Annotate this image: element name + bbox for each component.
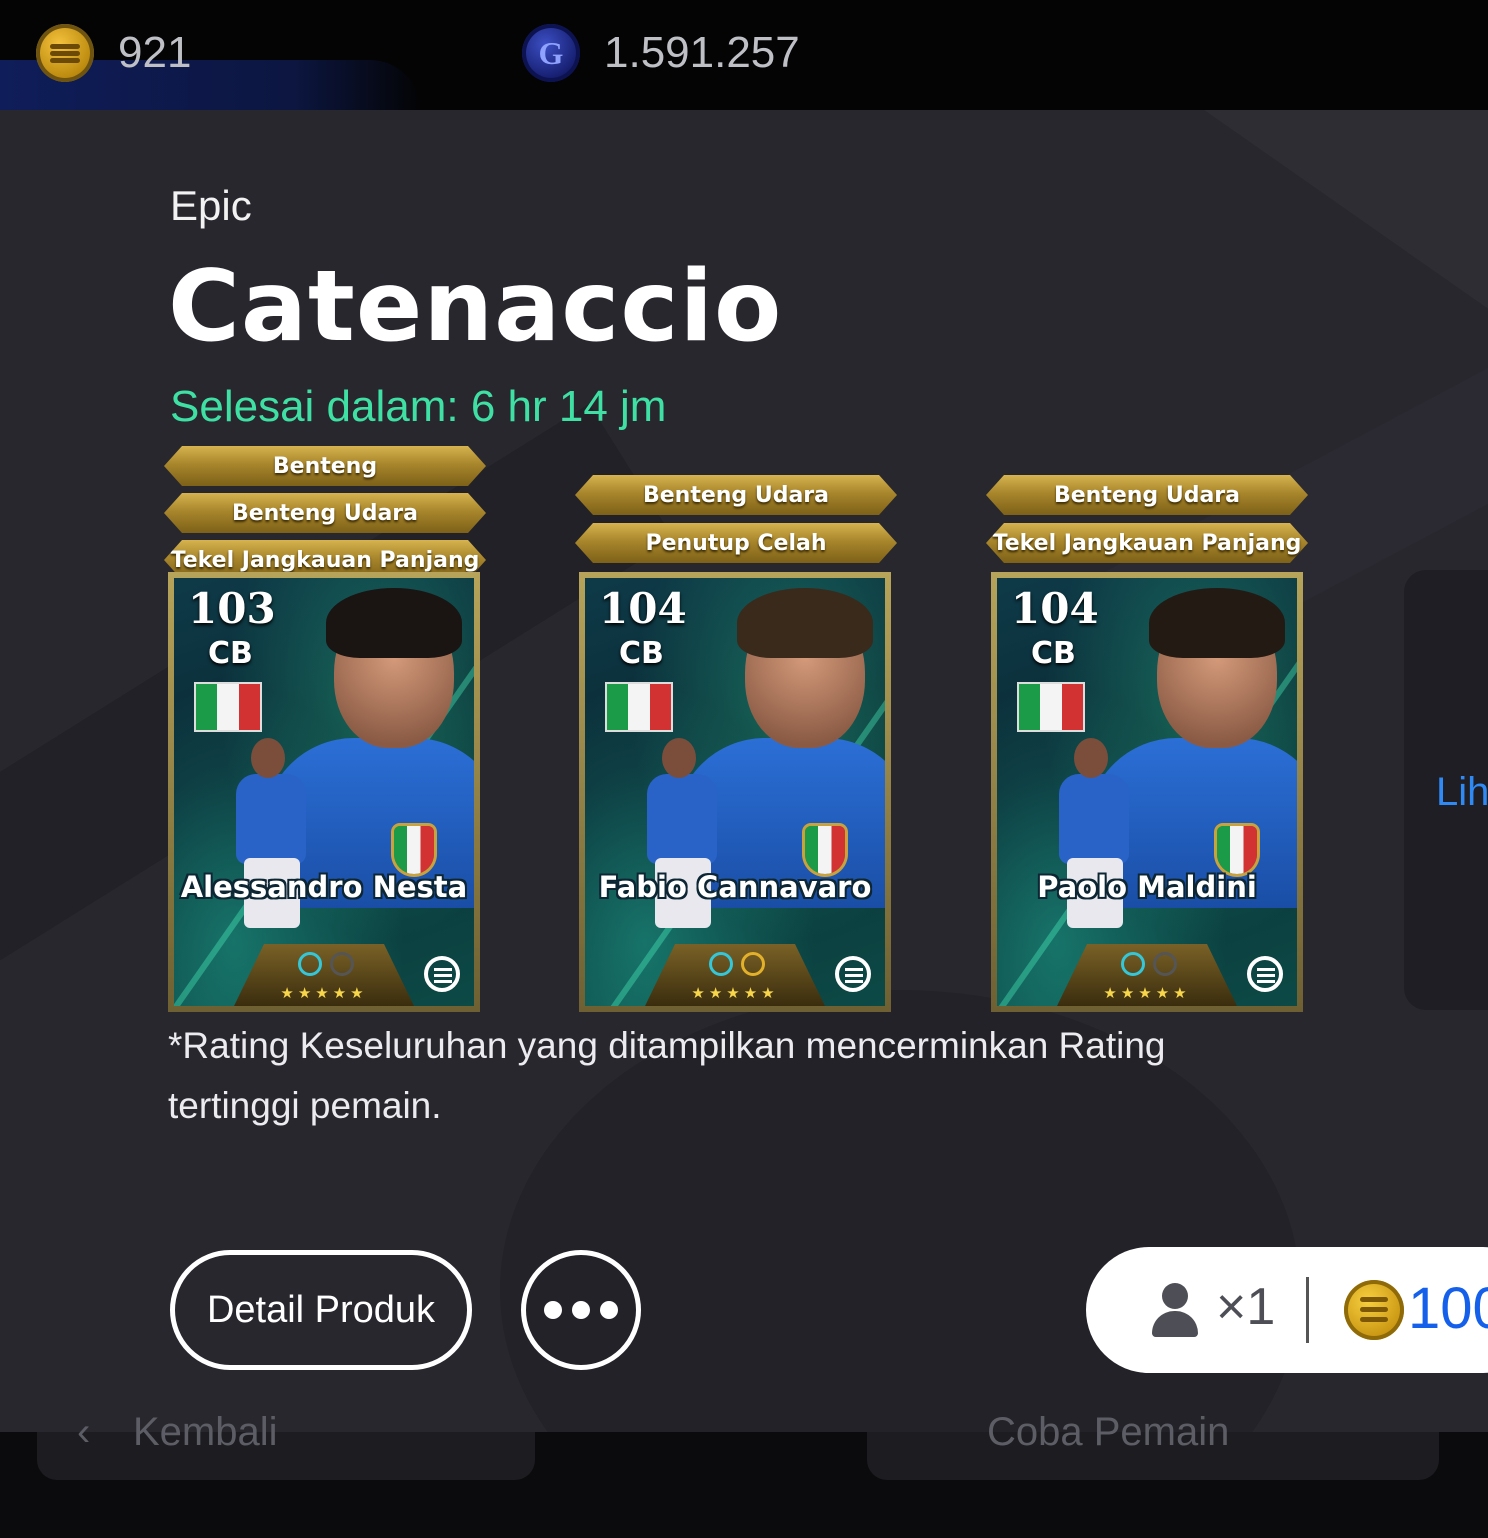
- product-detail-button[interactable]: Detail Produk: [170, 1250, 472, 1370]
- italy-flag-icon: [1019, 684, 1083, 730]
- skill-banner: Benteng Udara: [986, 475, 1308, 515]
- efootball-logo-icon: [424, 956, 460, 992]
- coin-balance[interactable]: 921: [36, 24, 191, 82]
- next-pack-peek[interactable]: Lih: [1404, 570, 1488, 1010]
- efootball-logo-icon: [1247, 956, 1283, 992]
- next-pack-link[interactable]: Lih: [1436, 770, 1488, 815]
- skill-banner: Benteng Udara: [575, 475, 897, 515]
- player-card[interactable]: 104 CB Fabio Cannavaro ★★★★★: [579, 572, 891, 1012]
- player-card[interactable]: 103 CB Alessandro Nesta ★★★★★: [168, 572, 480, 1012]
- player-name: Fabio Cannavaro: [598, 870, 872, 904]
- pack-title: Catenaccio: [168, 250, 783, 364]
- currency-bar: 921 G 1.591.257: [0, 0, 1488, 110]
- gp-balance[interactable]: G 1.591.257: [522, 24, 800, 82]
- player-position: CB: [1031, 636, 1076, 671]
- coin-balance-value: 921: [118, 28, 192, 77]
- player-name: Alessandro Nesta: [180, 870, 468, 904]
- italy-crest-icon: [805, 826, 845, 874]
- purchase-price: 100: [1408, 1276, 1488, 1341]
- buy-button[interactable]: ×1 100: [1086, 1247, 1488, 1373]
- efootball-coin-icon: [36, 24, 94, 82]
- italy-flag-icon: [607, 684, 671, 730]
- player-position: CB: [208, 636, 253, 671]
- divider: [1306, 1277, 1309, 1343]
- italy-crest-icon: [1217, 826, 1257, 874]
- try-player-button[interactable]: Coba Pemain: [867, 1410, 1439, 1480]
- gp-icon: G: [522, 24, 580, 82]
- back-label: Kembali: [133, 1410, 278, 1454]
- italy-flag-icon: [196, 684, 260, 730]
- more-options-button[interactable]: [521, 1250, 641, 1370]
- bottom-bar: ‹ Kembali Coba Pemain: [0, 1410, 1488, 1538]
- player-rating: 104: [1011, 584, 1099, 633]
- pack-timer: Selesai dalam: 6 hr 14 jm: [170, 382, 667, 431]
- player-position: CB: [619, 636, 664, 671]
- chevron-left-icon: ‹: [77, 1410, 91, 1454]
- bg-shape: [1146, 110, 1488, 414]
- skill-banner: Benteng Udara: [164, 493, 486, 533]
- skill-banner: Benteng: [164, 446, 486, 486]
- player-rating: 104: [599, 584, 687, 633]
- efootball-coin-icon: [1344, 1280, 1404, 1340]
- skill-banner: Penutup Celah: [575, 523, 897, 563]
- booster-icon: [741, 952, 765, 976]
- booster-icon: [1121, 952, 1145, 976]
- more-dots-icon: [544, 1301, 562, 1319]
- gp-balance-value: 1.591.257: [604, 28, 800, 77]
- pack-tier: Epic: [170, 182, 252, 229]
- italy-crest-icon: [394, 826, 434, 874]
- booster-icon: [709, 952, 733, 976]
- player-name: Paolo Maldini: [1037, 870, 1257, 904]
- try-player-label: Coba Pemain: [987, 1410, 1230, 1454]
- back-button[interactable]: ‹ Kembali: [37, 1410, 535, 1480]
- purchase-quantity: ×1: [1216, 1278, 1276, 1336]
- rating-note: *Rating Keseluruhan yang ditampilkan men…: [168, 1025, 1166, 1126]
- booster-icon: [1153, 952, 1177, 976]
- efootball-logo-icon: [835, 956, 871, 992]
- booster-icon: [330, 952, 354, 976]
- booster-icon: [298, 952, 322, 976]
- skill-banner: Tekel Jangkauan Panjang: [986, 523, 1308, 563]
- player-rating: 103: [188, 584, 276, 633]
- player-card[interactable]: 104 CB Paolo Maldini ★★★★★: [991, 572, 1303, 1012]
- person-icon: [1152, 1283, 1198, 1339]
- pack-panel: Epic Catenaccio Selesai dalam: 6 hr 14 j…: [0, 110, 1488, 1432]
